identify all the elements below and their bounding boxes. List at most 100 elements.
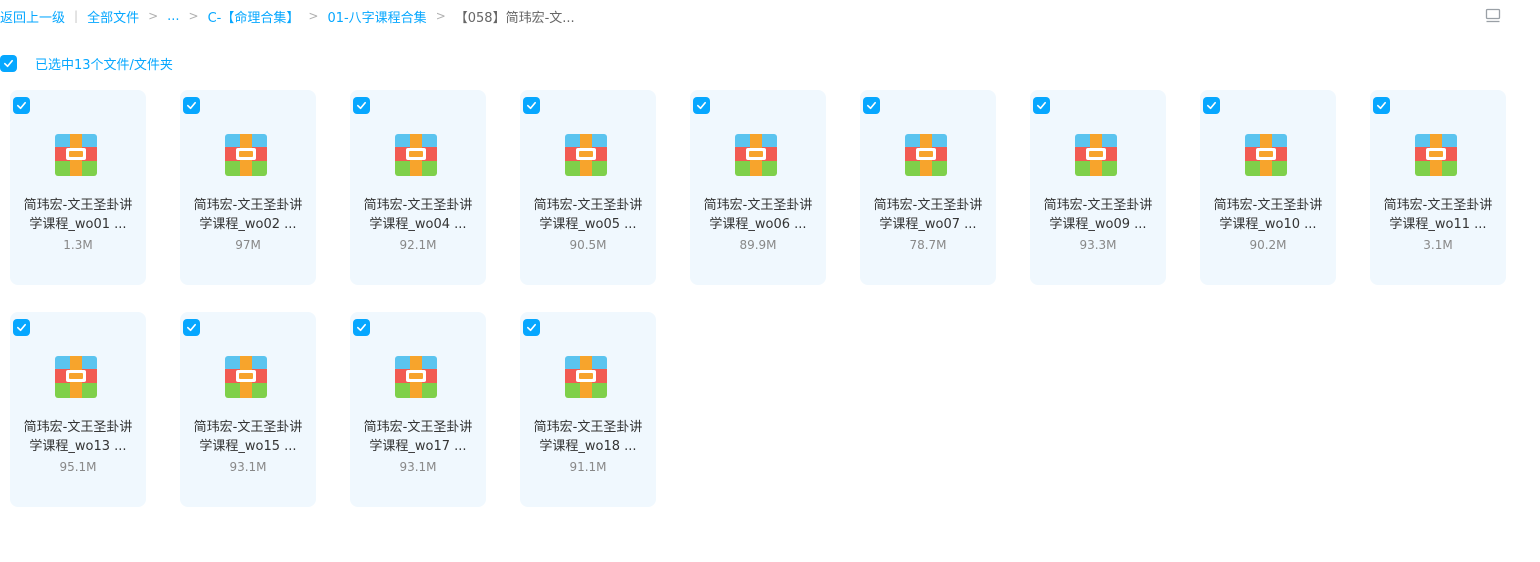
file-checkbox[interactable] — [1033, 97, 1050, 114]
file-card[interactable]: 简玮宏-文王圣卦讲 学课程_wo09 ... 93.3M — [1030, 90, 1166, 285]
file-size: 97M — [235, 238, 261, 252]
file-checkbox[interactable] — [353, 97, 370, 114]
file-checkbox[interactable] — [183, 319, 200, 336]
file-checkbox[interactable] — [523, 319, 540, 336]
file-size: 90.2M — [1249, 238, 1287, 252]
file-size: 3.1M — [1423, 238, 1453, 252]
breadcrumb: 返回上一级 | 全部文件 > ... > C-【命理合集】 > 01-八字课程合… — [0, 6, 575, 26]
checkmark-icon — [1037, 101, 1046, 110]
selection-bar: 已选中13个文件/文件夹 — [0, 54, 173, 73]
breadcrumb-current: 【058】简玮宏-文... — [454, 10, 575, 26]
file-name: 简玮宏-文王圣卦讲 学课程_wo01 ... — [14, 196, 142, 234]
file-size: 91.1M — [569, 460, 607, 474]
file-size: 92.1M — [399, 238, 437, 252]
file-card[interactable]: 简玮宏-文王圣卦讲 学课程_wo01 ... 1.3M — [10, 90, 146, 285]
chevron-right-icon: > — [435, 9, 446, 23]
checkmark-icon — [1377, 101, 1386, 110]
file-card[interactable]: 简玮宏-文王圣卦讲 学课程_wo18 ... 91.1M — [520, 312, 656, 507]
back-link[interactable]: 返回上一级 — [0, 7, 65, 26]
file-name-line-1: 简玮宏-文王圣卦讲 — [23, 198, 133, 213]
file-card[interactable]: 简玮宏-文王圣卦讲 学课程_wo10 ... 90.2M — [1200, 90, 1336, 285]
checkmark-icon — [357, 101, 366, 110]
file-name-line-1: 简玮宏-文王圣卦讲 — [23, 420, 133, 435]
archive-zip-icon — [395, 356, 437, 398]
file-checkbox[interactable] — [863, 97, 880, 114]
file-checkbox[interactable] — [13, 97, 30, 114]
file-name-line-2: 学课程_wo09 ... — [1049, 217, 1147, 232]
file-checkbox[interactable] — [1373, 97, 1390, 114]
selection-count-label: 已选中13个文件/文件夹 — [35, 57, 173, 73]
list-view-icon[interactable] — [1484, 7, 1502, 25]
file-card[interactable]: 简玮宏-文王圣卦讲 学课程_wo13 ... 95.1M — [10, 312, 146, 507]
file-checkbox[interactable] — [13, 319, 30, 336]
checkmark-icon — [4, 59, 13, 67]
file-name: 简玮宏-文王圣卦讲 学课程_wo05 ... — [524, 196, 652, 234]
checkmark-icon — [697, 101, 706, 110]
file-name: 简玮宏-文王圣卦讲 学课程_wo09 ... — [1034, 196, 1162, 234]
file-card[interactable]: 简玮宏-文王圣卦讲 学课程_wo11 ... 3.1M — [1370, 90, 1506, 285]
breadcrumb-divider: | — [74, 9, 79, 23]
file-checkbox[interactable] — [353, 319, 370, 336]
file-checkbox[interactable] — [523, 97, 540, 114]
archive-zip-icon — [55, 356, 97, 398]
file-name: 简玮宏-文王圣卦讲 学课程_wo17 ... — [354, 418, 482, 456]
file-name-line-1: 简玮宏-文王圣卦讲 — [873, 198, 983, 213]
file-card[interactable]: 简玮宏-文王圣卦讲 学课程_wo07 ... 78.7M — [860, 90, 996, 285]
file-checkbox[interactable] — [1203, 97, 1220, 114]
file-name: 简玮宏-文王圣卦讲 学课程_wo07 ... — [864, 196, 992, 234]
file-card[interactable]: 简玮宏-文王圣卦讲 学课程_wo15 ... 93.1M — [180, 312, 316, 507]
checkmark-icon — [1207, 101, 1216, 110]
file-name-line-1: 简玮宏-文王圣卦讲 — [193, 198, 303, 213]
file-name: 简玮宏-文王圣卦讲 学课程_wo13 ... — [14, 418, 142, 456]
checkmark-icon — [357, 323, 366, 332]
file-checkbox[interactable] — [183, 97, 200, 114]
file-card[interactable]: 简玮宏-文王圣卦讲 学课程_wo05 ... 90.5M — [520, 90, 656, 285]
file-size: 93.3M — [1079, 238, 1117, 252]
file-name-line-1: 简玮宏-文王圣卦讲 — [1043, 198, 1153, 213]
file-name-line-2: 学课程_wo07 ... — [879, 217, 977, 232]
file-name-line-2: 学课程_wo04 ... — [369, 217, 467, 232]
file-card[interactable]: 简玮宏-文王圣卦讲 学课程_wo02 ... 97M — [180, 90, 316, 285]
file-name-line-1: 简玮宏-文王圣卦讲 — [703, 198, 813, 213]
breadcrumb-item[interactable]: C-【命理合集】 — [208, 7, 300, 26]
file-name: 简玮宏-文王圣卦讲 学课程_wo11 ... — [1374, 196, 1502, 234]
checkmark-icon — [17, 101, 26, 110]
archive-zip-icon — [905, 134, 947, 176]
archive-zip-icon — [565, 356, 607, 398]
checkmark-icon — [17, 323, 26, 332]
breadcrumb-ellipsis[interactable]: ... — [167, 9, 179, 24]
file-name-line-2: 学课程_wo05 ... — [539, 217, 637, 232]
archive-zip-icon — [1415, 134, 1457, 176]
file-name-line-1: 简玮宏-文王圣卦讲 — [533, 420, 643, 435]
file-card[interactable]: 简玮宏-文王圣卦讲 学课程_wo04 ... 92.1M — [350, 90, 486, 285]
file-name: 简玮宏-文王圣卦讲 学课程_wo10 ... — [1204, 196, 1332, 234]
file-size: 78.7M — [909, 238, 947, 252]
file-name-line-2: 学课程_wo01 ... — [29, 217, 127, 232]
chevron-right-icon: > — [188, 9, 199, 23]
archive-zip-icon — [395, 134, 437, 176]
file-name-line-2: 学课程_wo18 ... — [539, 439, 637, 454]
file-grid: 简玮宏-文王圣卦讲 学课程_wo01 ... 1.3M 简玮宏-文王圣卦讲 学课… — [10, 90, 1510, 507]
chevron-right-icon: > — [148, 9, 159, 23]
checkmark-icon — [527, 101, 536, 110]
file-name-line-2: 学课程_wo11 ... — [1389, 217, 1487, 232]
file-checkbox[interactable] — [693, 97, 710, 114]
file-size: 1.3M — [63, 238, 93, 252]
file-size: 89.9M — [739, 238, 777, 252]
file-size: 95.1M — [59, 460, 97, 474]
archive-zip-icon — [735, 134, 777, 176]
archive-zip-icon — [225, 134, 267, 176]
file-size: 90.5M — [569, 238, 607, 252]
select-all-checkbox[interactable] — [0, 54, 17, 72]
checkmark-icon — [527, 323, 536, 332]
file-card[interactable]: 简玮宏-文王圣卦讲 学课程_wo06 ... 89.9M — [690, 90, 826, 285]
file-card[interactable]: 简玮宏-文王圣卦讲 学课程_wo17 ... 93.1M — [350, 312, 486, 507]
breadcrumb-item[interactable]: 01-八字课程合集 — [327, 7, 426, 26]
file-name-line-1: 简玮宏-文王圣卦讲 — [193, 420, 303, 435]
breadcrumb-all-files[interactable]: 全部文件 — [87, 7, 139, 26]
file-size: 93.1M — [229, 460, 267, 474]
checkmark-icon — [187, 323, 196, 332]
file-name-line-1: 简玮宏-文王圣卦讲 — [363, 198, 473, 213]
archive-zip-icon — [565, 134, 607, 176]
file-name-line-2: 学课程_wo02 ... — [199, 217, 297, 232]
